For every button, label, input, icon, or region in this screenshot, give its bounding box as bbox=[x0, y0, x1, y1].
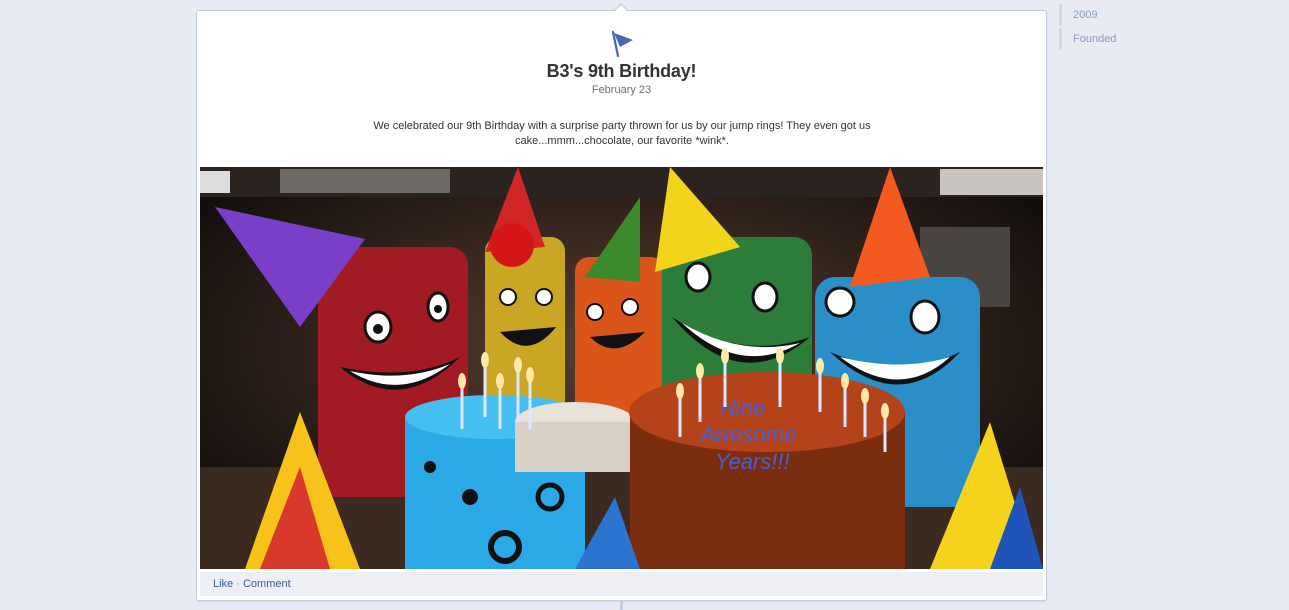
svg-text:Years!!!: Years!!! bbox=[715, 449, 790, 474]
event-description: We celebrated our 9th Birthday with a su… bbox=[373, 120, 871, 147]
event-date[interactable]: February 23 bbox=[197, 84, 1046, 96]
year-nav-item-founded[interactable]: Founded bbox=[1059, 28, 1179, 50]
story-actions: Like · Comment bbox=[200, 572, 1043, 596]
svg-text:Nine: Nine bbox=[720, 395, 765, 420]
like-link[interactable]: Like bbox=[213, 578, 233, 590]
event-title: B3's 9th Birthday! bbox=[546, 61, 697, 81]
year-nav-item-2009[interactable]: 2009 bbox=[1059, 4, 1179, 26]
life-event-card: B3's 9th Birthday! February 23 We celebr… bbox=[196, 3, 1047, 601]
svg-text:Awesome: Awesome bbox=[698, 422, 796, 447]
timeline-year-nav: 2009 Founded bbox=[1059, 4, 1179, 52]
action-separator: · bbox=[236, 578, 240, 590]
flag-icon bbox=[611, 30, 633, 58]
event-photo[interactable]: Nine Awesome Years!!! bbox=[200, 167, 1043, 569]
comment-link[interactable]: Comment bbox=[243, 578, 291, 590]
